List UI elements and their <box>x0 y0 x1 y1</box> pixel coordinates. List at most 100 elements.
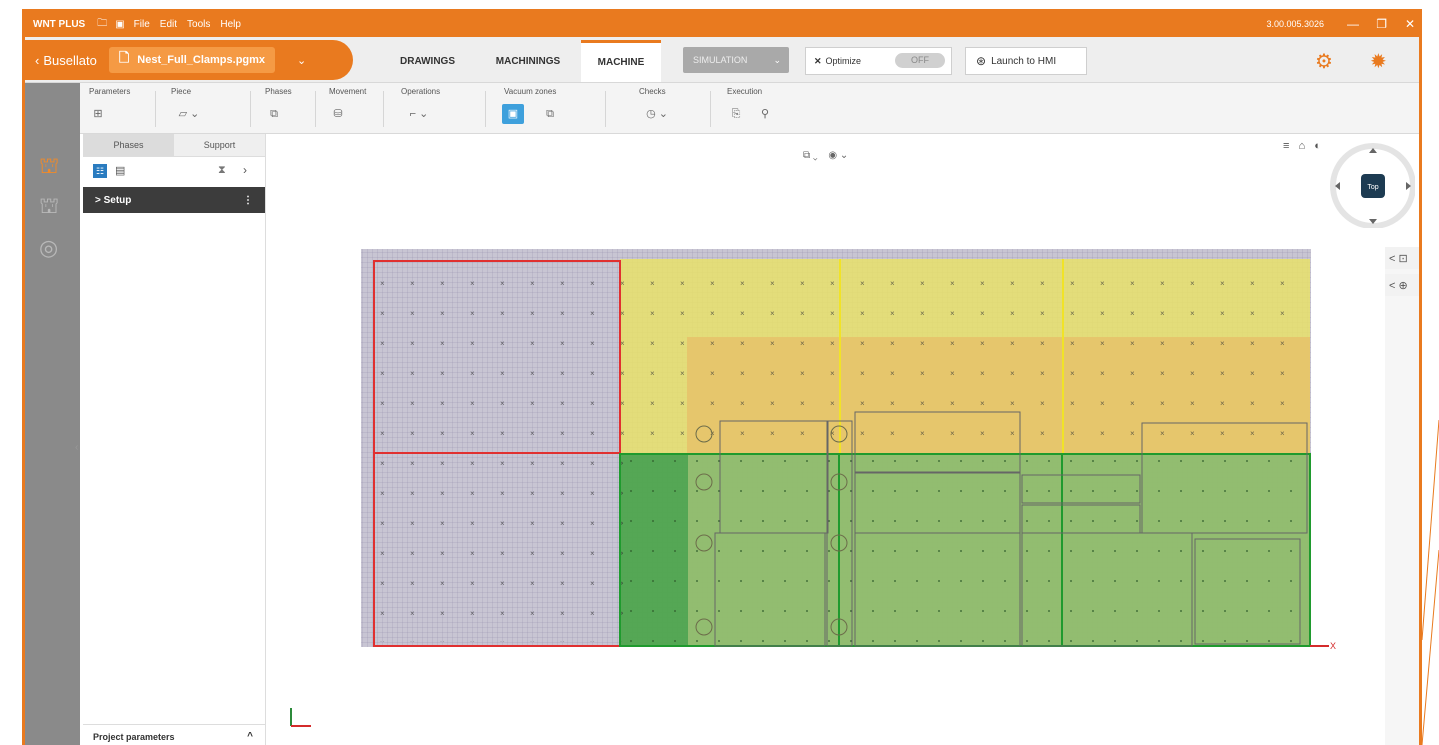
launch-hmi-button[interactable]: ⊛ Launch to HMI <box>965 47 1087 75</box>
optimize-label: Optimize <box>825 56 862 66</box>
optimize-control[interactable]: ✕ Optimize OFF <box>805 47 952 75</box>
vacuum-zones-alt-icon[interactable]: ⧉ <box>539 104 561 124</box>
parameters-icon[interactable]: ⊞ <box>87 104 109 124</box>
settings-gear-icon[interactable]: ✹ <box>1370 49 1387 74</box>
save-icon[interactable]: ▣ <box>115 19 124 30</box>
ribbon-label: Movement <box>329 87 367 96</box>
divider <box>250 91 251 127</box>
more-icon[interactable]: ⋮ <box>243 195 253 206</box>
chevron-down-icon: ⌄ <box>773 54 781 65</box>
app-name: WNT PLUS <box>33 19 86 30</box>
decorative-border <box>1422 0 1439 745</box>
axis-indicator <box>290 708 311 727</box>
setup-row[interactable]: > Setup ⋮ <box>83 187 265 213</box>
right-side-bar <box>1385 247 1419 745</box>
file-selector[interactable]: 🗋 Nest_Full_Clamps.pgmx <box>108 47 276 73</box>
title-bar: WNT PLUS 🗀 ▣ File Edit Tools Help 3.00.0… <box>25 12 1419 37</box>
phases-icon[interactable]: ⧉ <box>263 104 285 124</box>
shading-icon[interactable]: ◐ <box>1314 140 1321 152</box>
ribbon-label: Parameters <box>89 87 131 96</box>
ribbon-group-execution: Execution ⎘ ⚲ <box>723 87 778 124</box>
setup-label: > Setup <box>95 194 132 206</box>
visibility-dropdown[interactable]: ◉ ⌄ <box>828 150 848 161</box>
divider <box>710 91 711 127</box>
ribbon-group-checks: Checks ◷ ⌄ <box>635 87 679 124</box>
chevron-down-icon[interactable]: ⌄ <box>297 54 306 67</box>
ribbon-label: Vacuum zones <box>504 87 557 96</box>
home-icon[interactable]: ⌂ <box>1298 140 1305 152</box>
tab-machinings[interactable]: MACHININGS <box>478 40 578 82</box>
machine-config-icon[interactable]: ⚙ <box>1315 49 1333 74</box>
menu-file[interactable]: File <box>134 19 150 30</box>
app-window: WNT PLUS 🗀 ▣ File Edit Tools Help 3.00.0… <box>22 9 1422 745</box>
chevron-up-icon[interactable]: ^ <box>247 731 253 742</box>
cube-face-label: Top <box>1367 184 1378 191</box>
menu-edit[interactable]: Edit <box>160 19 177 30</box>
menu-tools[interactable]: Tools <box>187 19 210 30</box>
chevron-right-icon[interactable]: › <box>243 163 247 177</box>
panel-tabs: Phases Support <box>83 134 265 157</box>
tab-drawings[interactable]: DRAWINGS <box>385 40 470 82</box>
ribbon-label: Execution <box>727 87 763 96</box>
navigation-cube[interactable]: Top <box>1327 140 1415 228</box>
side-zoom-button[interactable]: < ⊕ <box>1385 274 1419 296</box>
launch-icon: ⊛ <box>976 54 987 68</box>
folder-icon[interactable]: 🗀 <box>97 16 107 33</box>
ribbon-label: Checks <box>639 87 666 96</box>
document-icon: 🗋 <box>118 50 130 65</box>
ribbon-group-parameters: Parameters ⊞ <box>85 87 130 124</box>
menu-icon[interactable]: ≡ <box>1283 140 1289 152</box>
phases-panel: Phases Support ☷ ▤ ⧗ › > Setup ⋮ Project… <box>83 134 266 745</box>
back-label: Busellato <box>43 52 97 68</box>
minimize-button[interactable]: — <box>1347 17 1359 31</box>
file-name: Nest_Full_Clamps.pgmx <box>137 54 266 66</box>
close-button[interactable]: ✕ <box>1405 17 1415 31</box>
ribbon-group-vacuum-zones: Vacuum zones ▣ ⧉ <box>500 87 563 124</box>
project-parameters-bar[interactable]: Project parameters ^ <box>83 724 265 745</box>
optimize-icon: ✕ <box>814 55 822 66</box>
divider <box>315 91 316 127</box>
left-app-strip: ⛫ ⛫ ◎ <box>25 83 80 745</box>
execution-icon[interactable]: ⎘ <box>725 104 747 124</box>
ribbon-label: Phases <box>265 87 292 96</box>
mode-select-value: SIMULATION <box>693 55 748 65</box>
divider <box>155 91 156 127</box>
list-view-icon[interactable]: ▤ <box>115 164 125 177</box>
pod-markers-lower <box>373 452 623 642</box>
view-mode-dropdown[interactable]: ⧉ ⌄ <box>803 150 818 161</box>
checks-icon[interactable]: ◷ ⌄ <box>637 104 677 124</box>
project-parameters-label: Project parameters <box>93 731 175 742</box>
top-nav: ‹ Busellato 🗋 Nest_Full_Clamps.pgmx ⌄ DRA… <box>25 37 1419 83</box>
ribbon-label: Piece <box>171 87 192 96</box>
execution-search-icon[interactable]: ⚲ <box>754 104 776 124</box>
operations-icon[interactable]: ⌐ ⌄ <box>399 104 439 124</box>
panel-toolbar: ☷ ▤ ⧗ › <box>83 157 265 187</box>
filter-icon[interactable]: ⧗ <box>218 164 226 177</box>
mode-select[interactable]: SIMULATION ⌄ <box>683 47 789 73</box>
menu-help[interactable]: Help <box>220 19 241 30</box>
tab-machine[interactable]: MACHINE <box>581 40 661 82</box>
piece-icon[interactable]: ▱ ⌄ <box>169 104 209 124</box>
movement-icon[interactable]: ⛁ <box>327 104 349 124</box>
ribbon-group-movement: Movement ⛁ <box>325 87 366 124</box>
tab-phases[interactable]: Phases <box>83 134 174 156</box>
tree-view-icon[interactable]: ☷ <box>93 164 107 178</box>
collapse-panel-icon[interactable]: ‹ <box>75 442 78 453</box>
simulation-icon[interactable]: ◎ <box>39 235 58 261</box>
maximize-button[interactable]: ❐ <box>1376 17 1387 31</box>
green-zone-pattern <box>620 454 1310 646</box>
viewport-tools: ≡ ⌂ ◐ <box>1283 140 1327 152</box>
side-expand-button[interactable]: < ⊡ <box>1385 247 1419 269</box>
machine-table-icon[interactable]: ⛫ <box>39 153 59 182</box>
back-button[interactable]: ‹ Busellato <box>35 53 97 68</box>
ribbon-toolbar: Parameters ⊞ Piece ▱ ⌄ Phases ⧉ Movement… <box>25 83 1419 134</box>
vacuum-zones-icon[interactable]: ▣ <box>502 104 524 124</box>
project-pill: ‹ Busellato 🗋 Nest_Full_Clamps.pgmx ⌄ <box>25 40 353 80</box>
machine-table-view[interactable]: × <box>337 237 1337 657</box>
ribbon-group-phases: Phases ⧉ <box>261 87 292 124</box>
tooling-icon[interactable]: ⛫ <box>39 193 59 222</box>
launch-label: Launch to HMI <box>991 55 1057 67</box>
optimize-toggle[interactable]: OFF <box>895 53 945 68</box>
version-label: 3.00.005.3026 <box>1266 19 1324 29</box>
tab-support[interactable]: Support <box>174 134 265 156</box>
